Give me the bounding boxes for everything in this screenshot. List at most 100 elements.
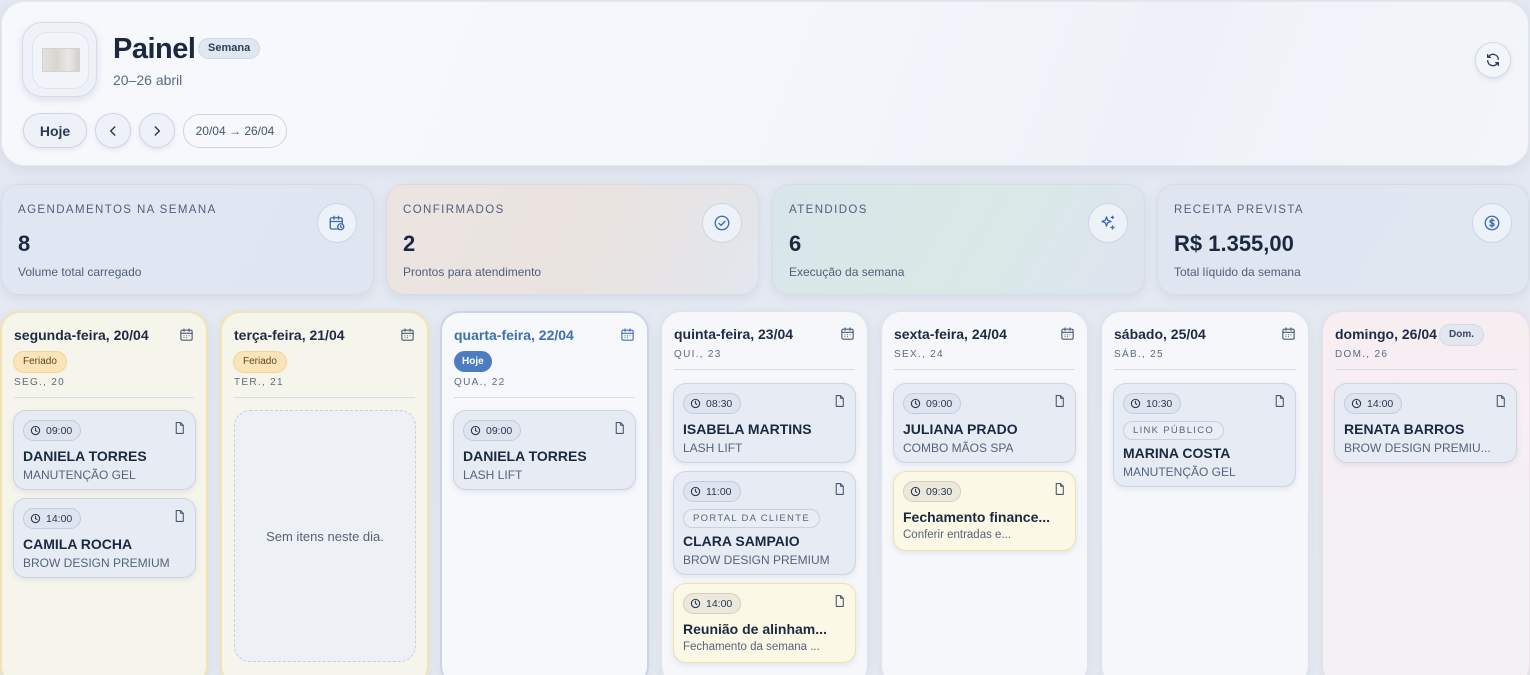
document-icon[interactable] (173, 421, 186, 435)
document-icon[interactable] (833, 394, 846, 408)
calendar-clock-icon (317, 203, 357, 243)
calendar-icon[interactable] (179, 327, 194, 342)
previous-week-button[interactable] (95, 113, 131, 148)
clock-icon (690, 598, 701, 609)
booking-source-badge: LINK PÚBLICO (1123, 421, 1225, 440)
day-title: quinta-feira, 23/04 (674, 326, 794, 342)
chevron-left-icon (109, 125, 116, 136)
logo-image (42, 48, 80, 72)
sparkles-icon (1088, 203, 1128, 243)
holiday-badge: Feriado (233, 351, 287, 373)
day-abbreviation: SÁB., 25 (1114, 349, 1164, 360)
appointment-card[interactable]: 08:30 ISABELA MARTINS LASH LIFT (673, 383, 856, 463)
day-abbreviation: SEX., 24 (894, 349, 944, 360)
time-badge: 14:00 (23, 508, 82, 529)
clock-icon (1351, 398, 1362, 409)
time-label: 09:00 (46, 424, 73, 437)
document-icon[interactable] (833, 594, 846, 608)
clock-icon (910, 486, 921, 497)
appointment-card[interactable]: 09:00 JULIANA PRADO COMBO MÃOS SPA (893, 383, 1076, 463)
calendar-icon[interactable] (840, 326, 855, 341)
task-card[interactable]: 14:00 Reunião de alinham... Fechamento d… (673, 583, 856, 663)
date-range-picker[interactable]: 20/04 → 26/04 (183, 114, 287, 148)
calendar-icon[interactable] (1281, 326, 1296, 341)
stat-value: 6 (789, 231, 802, 256)
appointment-card[interactable]: 14:00 RENATA BARROS BROW DESIGN PREMIU..… (1334, 383, 1517, 463)
day-column-friday: sexta-feira, 24/04 SEX., 24 09:00 JULIAN… (881, 311, 1088, 675)
refresh-button[interactable] (1475, 42, 1511, 78)
time-label: 09:00 (926, 397, 953, 410)
calendar-icon[interactable] (1060, 326, 1075, 341)
stat-label: CONFIRMADOS (403, 204, 505, 216)
time-badge: 09:00 (23, 420, 82, 441)
day-abbreviation: TER., 21 (234, 377, 284, 388)
document-icon[interactable] (173, 509, 186, 523)
document-icon[interactable] (1494, 394, 1507, 408)
day-abbreviation: QUI., 23 (674, 349, 722, 360)
document-icon[interactable] (613, 421, 626, 435)
document-icon[interactable] (833, 482, 846, 496)
holiday-badge: Feriado (13, 351, 67, 373)
today-button[interactable]: Hoje (23, 113, 87, 148)
service-name: LASH LIFT (463, 468, 523, 482)
stat-card-attended: ATENDIDOS 6 Execução da semana (772, 184, 1145, 295)
appointment-card[interactable]: 09:00 DANIELA TORRES MANUTENÇÃO GEL (13, 410, 196, 490)
day-column-saturday: sábado, 25/04 SÁB., 25 10:30 LINK PÚBLIC… (1101, 311, 1309, 675)
appointment-card[interactable]: 09:00 DANIELA TORRES LASH LIFT (453, 410, 636, 490)
clock-icon (1130, 398, 1141, 409)
stat-subtitle: Volume total carregado (18, 265, 142, 279)
stat-subtitle: Prontos para atendimento (403, 265, 542, 279)
client-name: DANIELA TORRES (23, 448, 147, 464)
day-column-wednesday: quarta-feira, 22/04 Hoje QUA., 22 09:00 … (440, 311, 649, 675)
document-icon[interactable] (1053, 482, 1066, 496)
client-name: ISABELA MARTINS (683, 421, 812, 437)
stat-label: RECEITA PREVISTA (1174, 204, 1304, 216)
day-title: sábado, 25/04 (1114, 326, 1206, 342)
stat-subtitle: Total líquido da semana (1174, 265, 1301, 279)
service-name: LASH LIFT (683, 441, 743, 455)
appointment-card[interactable]: 14:00 CAMILA ROCHA BROW DESIGN PREMIUM (13, 498, 196, 578)
chevron-right-icon (154, 125, 161, 136)
clock-icon (30, 513, 41, 524)
clock-icon (690, 486, 701, 497)
task-description: Conferir entradas e... (903, 529, 1012, 541)
stat-card-appointments: AGENDAMENTOS NA SEMANA 8 Volume total ca… (1, 184, 374, 295)
appointment-card[interactable]: 11:00 PORTAL DA CLIENTE CLARA SAMPAIO BR… (673, 471, 856, 575)
stat-value: 2 (403, 231, 416, 256)
stat-card-revenue: RECEITA PREVISTA R$ 1.355,00 Total líqui… (1157, 184, 1529, 295)
next-week-button[interactable] (139, 113, 175, 148)
service-name: BROW DESIGN PREMIUM (23, 556, 170, 570)
date-range: 20–26 abril (113, 72, 183, 88)
calendar-icon[interactable] (400, 327, 415, 342)
day-column-thursday: quinta-feira, 23/04 QUI., 23 08:30 ISABE… (661, 311, 868, 675)
time-label: 08:30 (706, 397, 733, 410)
clock-icon (910, 398, 921, 409)
stat-value: R$ 1.355,00 (1174, 231, 1294, 256)
time-badge: 10:30 (1123, 393, 1182, 414)
time-badge: 09:00 (463, 420, 522, 441)
time-label: 14:00 (46, 512, 73, 525)
document-icon[interactable] (1273, 394, 1286, 408)
day-abbreviation: DOM., 26 (1335, 349, 1389, 360)
task-card[interactable]: 09:30 Fechamento finance... Conferir ent… (893, 471, 1076, 551)
clock-icon (30, 425, 41, 436)
service-name: MANUTENÇÃO GEL (1123, 465, 1236, 479)
time-label: 09:30 (926, 485, 953, 498)
dollar-circle-icon (1472, 203, 1512, 243)
time-label: 09:00 (486, 424, 513, 437)
today-badge: Hoje (454, 351, 492, 372)
service-name: COMBO MÃOS SPA (903, 441, 1014, 455)
calendar-icon[interactable] (620, 327, 635, 342)
day-title: domingo, 26/04 (1335, 326, 1437, 342)
appointment-card[interactable]: 10:30 LINK PÚBLICO MARINA COSTA MANUTENÇ… (1113, 383, 1296, 487)
time-badge: 09:00 (903, 393, 962, 414)
booking-source-badge: PORTAL DA CLIENTE (683, 509, 820, 528)
time-badge: 08:30 (683, 393, 742, 414)
clock-icon (690, 398, 701, 409)
task-description: Fechamento da semana ... (683, 641, 820, 653)
day-abbreviation: SEG., 20 (14, 377, 65, 388)
check-circle-icon (702, 203, 742, 243)
page-header: Painel Semana 20–26 abril Hoje 20/04 → 2… (1, 1, 1529, 166)
document-icon[interactable] (1053, 394, 1066, 408)
service-name: BROW DESIGN PREMIU... (1344, 441, 1491, 455)
